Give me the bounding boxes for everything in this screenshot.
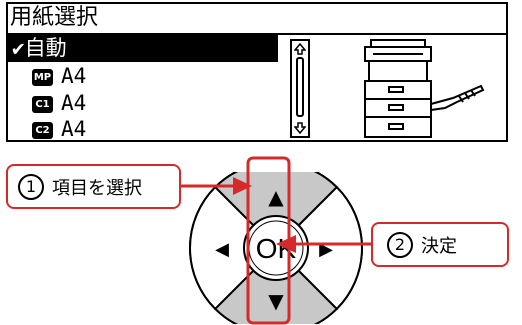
menu-item-label: 自動 [24, 36, 67, 60]
menu-item-cassette1[interactable]: C1 A4 [8, 90, 86, 117]
menu-item-label: A4 [61, 91, 87, 115]
scroll-up-arrow-icon[interactable] [294, 43, 306, 55]
callout-confirm: 2 決定 [371, 222, 509, 267]
menu-item-label: A4 [61, 64, 87, 88]
menu-item-auto[interactable]: ✔自動 [8, 35, 278, 62]
right-arrow-icon: ▶ [319, 239, 333, 260]
printer-illustration-icon [364, 39, 485, 138]
step-number-2: 2 [387, 231, 413, 258]
menu-item-cassette2[interactable]: C2 A4 [8, 116, 86, 143]
menu-item-label: A4 [61, 117, 87, 141]
menu-item-mp-tray[interactable]: MP A4 [8, 63, 86, 90]
callout-confirm-text: 決定 [421, 235, 457, 257]
lcd-panel: 用紙選択 ✔自動 MP A4 C1 A4 C2 A4 [6, 2, 508, 142]
ok-label: OK [256, 233, 297, 264]
down-arrow-icon: ▼ [268, 289, 284, 313]
callout-select-item: 1 項目を選択 [6, 164, 181, 209]
cassette1-icon: C1 [32, 95, 53, 113]
lcd-title: 用紙選択 [8, 4, 506, 35]
scroll-down-arrow-icon[interactable] [294, 122, 306, 134]
cassette2-icon: C2 [32, 121, 53, 139]
callout-select-text: 項目を選択 [52, 177, 142, 199]
up-arrow-icon: ▲ [268, 185, 284, 209]
mp-tray-icon: MP [32, 68, 53, 86]
step-number-1: 1 [18, 173, 44, 200]
checkmark-icon: ✔ [12, 36, 25, 60]
scroll-thumb[interactable] [296, 57, 304, 117]
scrollbar[interactable] [290, 39, 310, 138]
control-pad: OK ▲ ▼ ◀ ▶ [189, 172, 363, 324]
left-arrow-icon: ◀ [215, 239, 229, 260]
